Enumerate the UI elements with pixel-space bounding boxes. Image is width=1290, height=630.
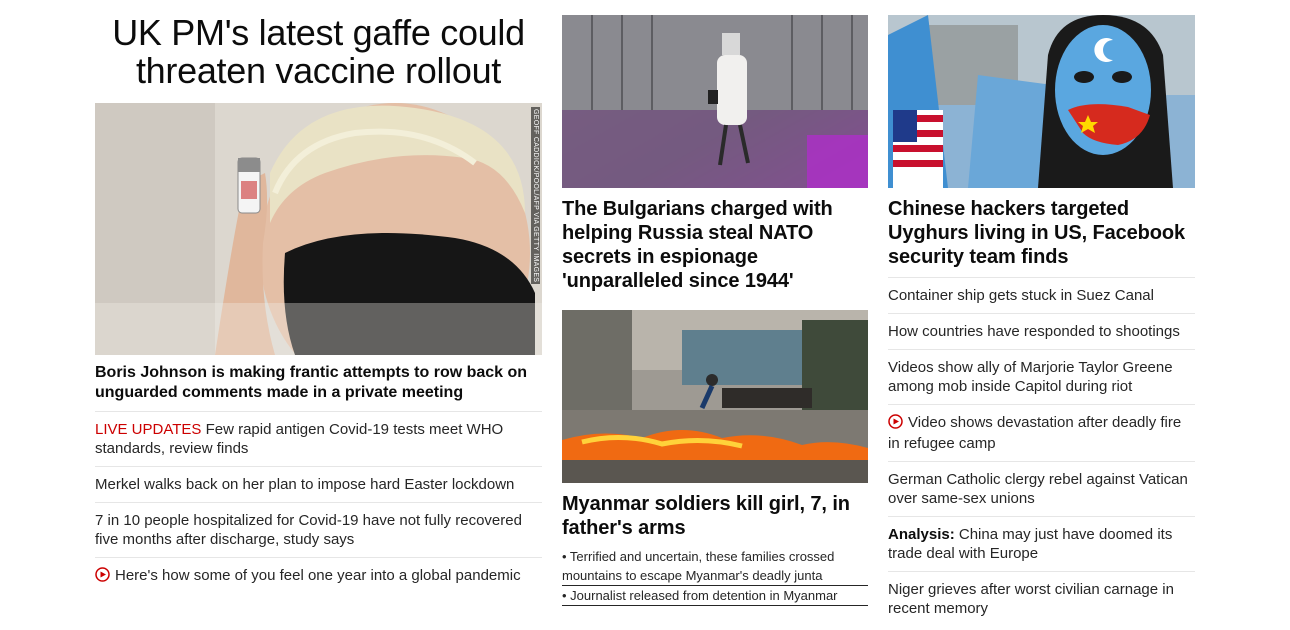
myanmar-link[interactable]: Myanmar soldiers kill girl, 7, in father… xyxy=(562,493,850,539)
espionage-headline[interactable]: The Bulgarians charged with helping Russ… xyxy=(562,197,868,293)
related-link[interactable]: • Journalist released from detention in … xyxy=(562,586,868,606)
story-text[interactable]: Merkel walks back on her plan to impose … xyxy=(95,476,514,493)
related-link[interactable]: • Terrified and uncertain, these familie… xyxy=(562,547,868,586)
story-text[interactable]: Niger grieves after worst civilian carna… xyxy=(888,581,1174,617)
lead-subheadline[interactable]: Boris Johnson is making frantic attempts… xyxy=(95,363,542,412)
myanmar-street-fire-photo xyxy=(562,310,868,483)
middle-column: The Bulgarians charged with helping Russ… xyxy=(562,0,868,606)
lead-subheadline-link[interactable]: Boris Johnson is making frantic attempts… xyxy=(95,364,527,401)
story-text[interactable]: Video shows devastation after deadly fir… xyxy=(888,414,1181,452)
lead-headline[interactable]: UK PM's latest gaffe could threaten vacc… xyxy=(95,14,542,90)
uyghur-link[interactable]: Chinese hackers targeted Uyghurs living … xyxy=(888,198,1185,268)
espionage-image[interactable] xyxy=(562,15,868,188)
list-item[interactable]: Video shows devastation after deadly fir… xyxy=(888,405,1195,462)
story-text[interactable]: Container ship gets stuck in Suez Canal xyxy=(888,287,1154,304)
right-column: Chinese hackers targeted Uyghurs living … xyxy=(888,0,1195,626)
play-icon xyxy=(95,567,110,587)
list-item[interactable]: 7 in 10 people hospitalized for Covid-19… xyxy=(95,503,542,558)
list-item[interactable]: Merkel walks back on her plan to impose … xyxy=(95,467,542,503)
list-item[interactable]: German Catholic clergy rebel against Vat… xyxy=(888,462,1195,517)
protester-mask-photo xyxy=(888,15,1195,188)
lead-image[interactable]: GEOFF CADDICK/POOL/AFP VIA GETTY IMAGES xyxy=(95,103,542,355)
boris-johnson-photo xyxy=(95,103,542,355)
woman-walking-photo xyxy=(562,15,868,188)
list-item[interactable]: Niger grieves after worst civilian carna… xyxy=(888,572,1195,626)
story-text[interactable]: German Catholic clergy rebel against Vat… xyxy=(888,471,1188,507)
myanmar-headline[interactable]: Myanmar soldiers kill girl, 7, in father… xyxy=(562,492,868,540)
analysis-label[interactable]: Analysis: xyxy=(888,526,955,543)
story-text[interactable]: Here's how some of you feel one year int… xyxy=(115,567,521,584)
list-item[interactable]: Analysis: China may just have doomed its… xyxy=(888,517,1195,572)
story-text[interactable]: How countries have responded to shooting… xyxy=(888,323,1180,340)
uyghur-headline[interactable]: Chinese hackers targeted Uyghurs living … xyxy=(888,197,1195,278)
uyghur-image[interactable] xyxy=(888,15,1195,188)
related-links: • Terrified and uncertain, these familie… xyxy=(562,547,868,606)
list-item[interactable]: How countries have responded to shooting… xyxy=(888,314,1195,350)
story-text[interactable]: Videos show ally of Marjorie Taylor Gree… xyxy=(888,359,1173,395)
list-item[interactable]: Videos show ally of Marjorie Taylor Gree… xyxy=(888,350,1195,405)
myanmar-image[interactable] xyxy=(562,310,868,483)
story-text[interactable]: 7 in 10 people hospitalized for Covid-19… xyxy=(95,512,522,548)
espionage-link[interactable]: The Bulgarians charged with helping Russ… xyxy=(562,198,833,292)
image-credit: GEOFF CADDICK/POOL/AFP VIA GETTY IMAGES xyxy=(531,107,540,285)
list-item[interactable]: Container ship gets stuck in Suez Canal xyxy=(888,278,1195,314)
live-updates-label[interactable]: LIVE UPDATES xyxy=(95,421,201,438)
lead-column: UK PM's latest gaffe could threaten vacc… xyxy=(95,0,542,595)
list-item[interactable]: Here's how some of you feel one year int… xyxy=(95,558,542,595)
play-icon xyxy=(888,414,903,434)
list-item[interactable]: LIVE UPDATES Few rapid antigen Covid-19 … xyxy=(95,412,542,467)
